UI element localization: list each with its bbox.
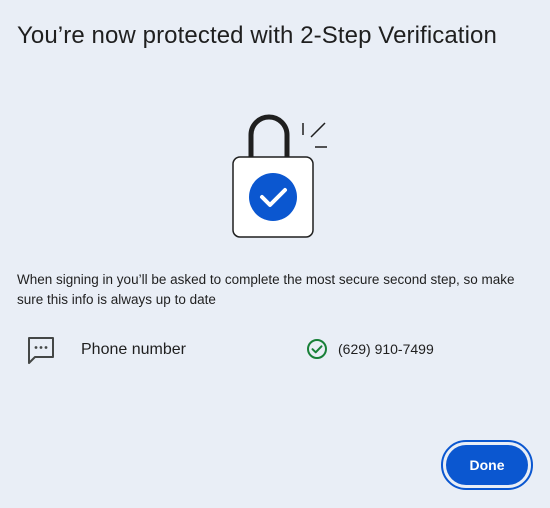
dialog-body-text: When signing in you’ll be asked to compl… [17,272,515,307]
done-button-label: Done [446,445,528,485]
dialog-title: You’re now protected with 2-Step Verific… [17,22,497,49]
padlock-with-check-icon [232,114,327,238]
dialog: You’re now protected with 2-Step Verific… [0,0,550,508]
done-button[interactable]: Done [441,440,533,490]
check-circle-icon [307,339,327,359]
sms-icon [28,337,54,364]
verification-method-row: Phone number (629) 910-7499 [0,330,550,370]
phone-number-value: (629) 910-7499 [338,341,434,357]
method-label: Phone number [81,341,186,358]
